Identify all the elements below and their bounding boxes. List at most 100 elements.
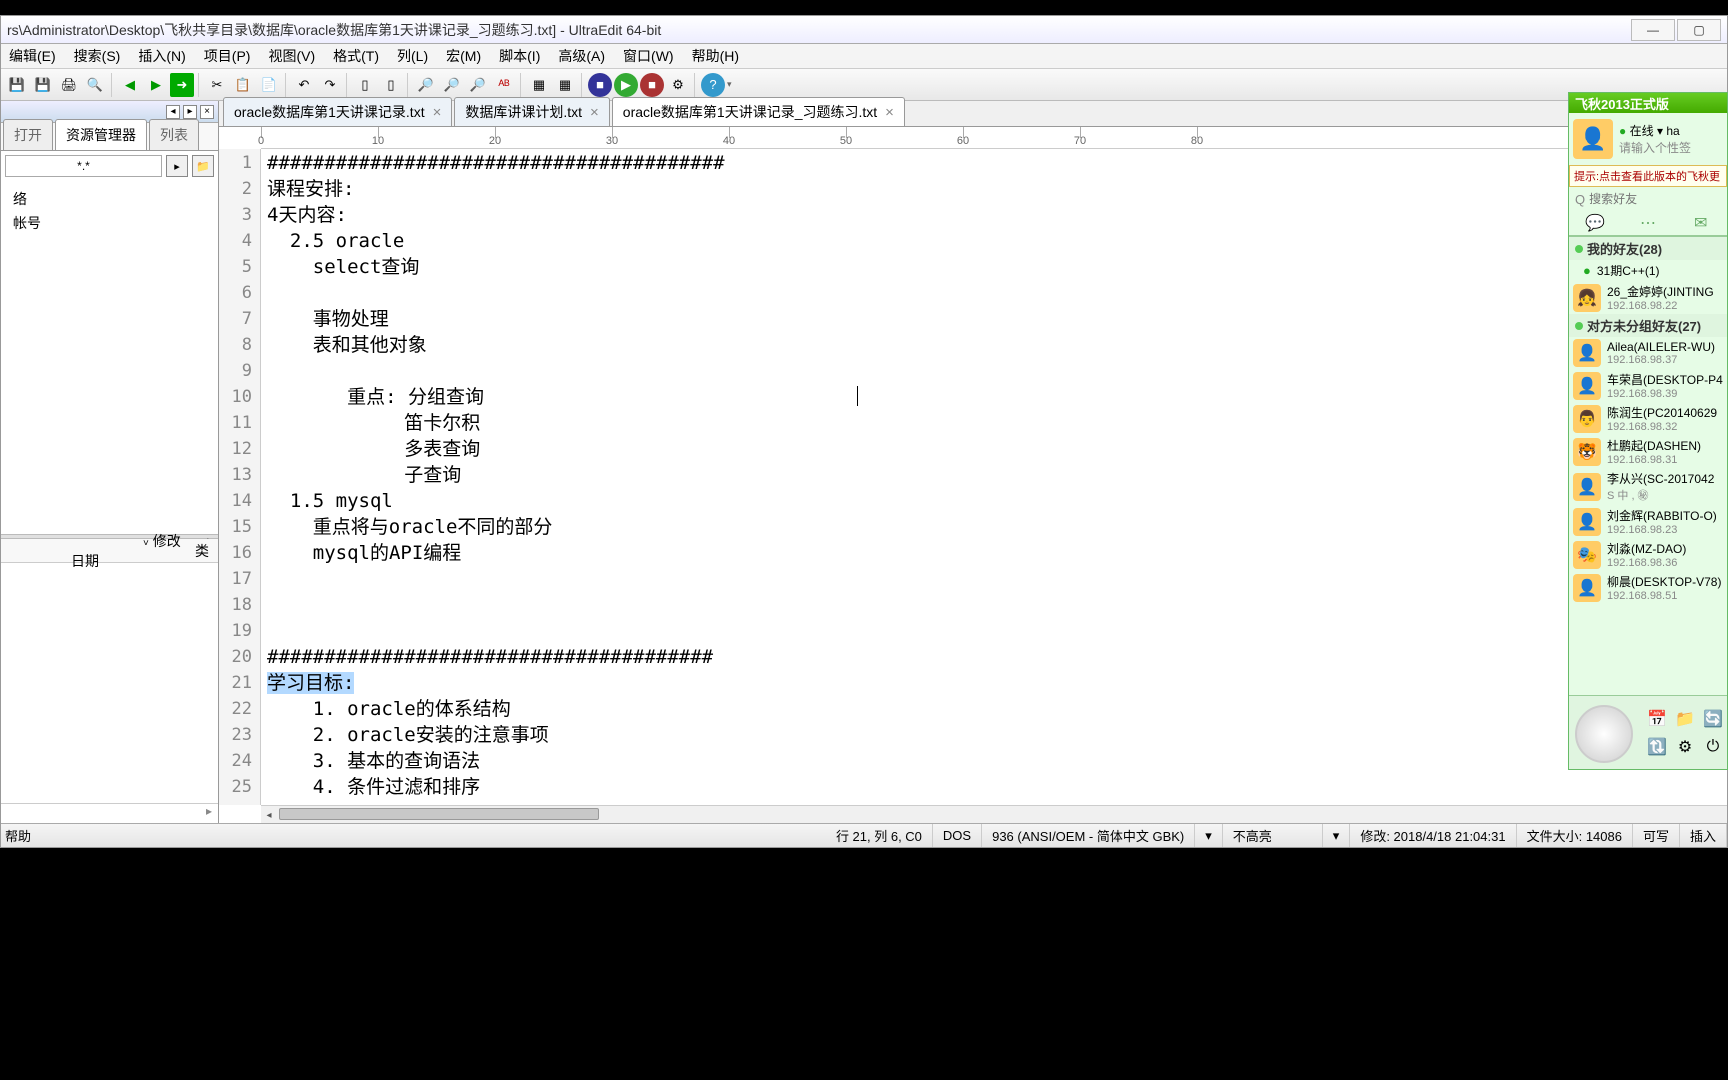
maximize-button[interactable]: ▢: [1677, 19, 1721, 41]
menu-project[interactable]: 项目(P): [204, 46, 251, 66]
feiqiu-signature[interactable]: 请输入个性签: [1619, 139, 1691, 156]
status-highlight-dd[interactable]: ▾: [1323, 824, 1351, 847]
feiqiu-panel[interactable]: 飞秋2013正式版 👤 ● 在线 ▾ ha 请输入个性签 提示:点击查看此版本的…: [1568, 92, 1728, 770]
rec-macro-icon[interactable]: ■: [588, 73, 612, 97]
back-icon[interactable]: ◀: [118, 73, 142, 97]
feiqiu-status[interactable]: 在线: [1630, 124, 1654, 138]
status-encoding: 936 (ANSI/OEM - 简体中文 GBK): [982, 824, 1195, 847]
feiqiu-my-avatar[interactable]: 👤: [1573, 119, 1613, 159]
side-tab-explorer[interactable]: 资源管理器: [55, 119, 147, 150]
feiqiu-group-friends[interactable]: 我的好友(28): [1569, 237, 1727, 260]
replace-icon[interactable]: ᴬᴮ: [492, 73, 516, 97]
horizontal-scrollbar[interactable]: ◂: [261, 805, 1727, 823]
contact-item[interactable]: 👨陈润生(PC20140629192.168.98.32: [1569, 402, 1727, 435]
feiqiu-tab-group-icon[interactable]: ⋯: [1622, 211, 1675, 235]
bookmark1-icon[interactable]: ▯: [353, 73, 377, 97]
feiqiu-subgroup[interactable]: 31期C++(1): [1597, 262, 1660, 279]
tree-item[interactable]: 帐号: [7, 211, 212, 235]
toolbar-overflow-icon[interactable]: ▾: [727, 79, 732, 90]
feiqiu-tab-chat-icon[interactable]: 💬: [1569, 211, 1622, 235]
menu-column[interactable]: 列(L): [397, 46, 428, 66]
contact-item[interactable]: 🎭刘淼(MZ-DAO)192.168.98.36: [1569, 538, 1727, 571]
close-icon[interactable]: ×: [433, 104, 442, 121]
menu-script[interactable]: 脚本(I): [499, 46, 540, 66]
contact-item[interactable]: 🐯杜鹏起(DASHEN)192.168.98.31: [1569, 435, 1727, 468]
menu-search[interactable]: 搜索(S): [74, 46, 121, 66]
side-nav-right-icon[interactable]: ▸: [183, 105, 197, 119]
settings-icon[interactable]: ⚙: [666, 73, 690, 97]
doc-tab[interactable]: oracle数据库第1天讲课记录.txt×: [223, 97, 452, 126]
forward-icon[interactable]: ▶: [144, 73, 168, 97]
side-nav-left-icon[interactable]: ◂: [166, 105, 180, 119]
find-next-icon[interactable]: 🔎: [466, 73, 490, 97]
contact-item[interactable]: 👤Ailea(AILELER-WU)192.168.98.37: [1569, 337, 1727, 369]
col-type-label[interactable]: 类: [186, 541, 218, 561]
doc-tab[interactable]: oracle数据库第1天讲课记录_习题练习.txt×: [612, 97, 905, 126]
menu-macro[interactable]: 宏(M): [446, 46, 481, 66]
copy-icon[interactable]: 📋: [231, 73, 255, 97]
filter-input[interactable]: [5, 155, 162, 177]
doc-tab[interactable]: 数据库讲课计划.txt×: [454, 97, 609, 126]
feiqiu-search[interactable]: Q: [1569, 187, 1727, 211]
minimize-button[interactable]: —: [1631, 19, 1675, 41]
tree-item[interactable]: 络: [7, 187, 212, 211]
paste-icon[interactable]: 📄: [257, 73, 281, 97]
menu-edit[interactable]: 编辑(E): [9, 46, 56, 66]
avatar-icon: 👤: [1573, 339, 1601, 367]
redo-icon[interactable]: ↷: [318, 73, 342, 97]
bookmark2-icon[interactable]: ▯: [379, 73, 403, 97]
side-tab-open[interactable]: 打开: [3, 119, 53, 150]
hscroll-thumb[interactable]: [279, 808, 599, 820]
menu-help[interactable]: 帮助(H): [692, 46, 739, 66]
filter-go-icon[interactable]: ▸: [166, 155, 188, 177]
save-icon[interactable]: 💾: [5, 73, 29, 97]
hscroll-left-icon[interactable]: ◂: [261, 807, 277, 823]
transfer-icon[interactable]: 🔄: [1703, 709, 1723, 729]
close-icon[interactable]: ×: [590, 104, 599, 121]
find-icon[interactable]: 🔎: [414, 73, 438, 97]
feiqiu-bottom-avatar[interactable]: [1575, 705, 1633, 763]
status-insert: 插入: [1680, 824, 1727, 847]
tool2-icon[interactable]: ▦: [553, 73, 577, 97]
folder-icon[interactable]: 📁: [1675, 709, 1695, 729]
go-icon[interactable]: ➜: [170, 73, 194, 97]
feiqiu-tip[interactable]: 提示:点击查看此版本的飞秋更: [1569, 165, 1727, 187]
save-all-icon[interactable]: 💾: [31, 73, 55, 97]
contact-item[interactable]: 👤刘金辉(RABBITO-O)192.168.98.23: [1569, 505, 1727, 538]
menu-format[interactable]: 格式(T): [333, 46, 379, 66]
menu-view[interactable]: 视图(V): [268, 46, 315, 66]
menu-advanced[interactable]: 高级(A): [558, 46, 605, 66]
side-scroll-indicator[interactable]: ▸: [1, 803, 218, 823]
calendar-icon[interactable]: 📅: [1647, 709, 1667, 729]
undo-icon[interactable]: ↶: [292, 73, 316, 97]
side-nav-close-icon[interactable]: ×: [200, 105, 214, 119]
contact-item[interactable]: 👤柳晨(DESKTOP-V78)192.168.98.51: [1569, 571, 1727, 604]
gear-icon[interactable]: ⚙: [1675, 737, 1695, 757]
contact-name: 刘淼(MZ-DAO): [1607, 540, 1723, 557]
feiqiu-title[interactable]: 飞秋2013正式版: [1569, 93, 1727, 113]
power-icon[interactable]: ⏻: [1703, 737, 1723, 757]
contact-item[interactable]: 👤车荣昌(DESKTOP-P4192.168.98.39: [1569, 369, 1727, 402]
cut-icon[interactable]: ✂: [205, 73, 229, 97]
side-tab-list[interactable]: 列表: [149, 119, 199, 150]
status-encoding-dd[interactable]: ▾: [1195, 824, 1223, 847]
tool1-icon[interactable]: ▦: [527, 73, 551, 97]
preview-icon[interactable]: 🔍: [83, 73, 107, 97]
play-macro-icon[interactable]: ▶: [614, 73, 638, 97]
contact-item[interactable]: 👧26_金婷婷(JINTING192.168.98.22: [1569, 281, 1727, 314]
contact-item[interactable]: 👤李从兴(SC-2017042S 中 , ㊙: [1569, 468, 1727, 505]
feiqiu-tab-recent-icon[interactable]: ✉: [1674, 211, 1727, 235]
filter-browse-icon[interactable]: 📁: [192, 155, 214, 177]
stop-macro-icon[interactable]: ■: [640, 73, 664, 97]
code-area[interactable]: ########################################…: [261, 149, 1727, 805]
feiqiu-group-ungrouped[interactable]: 对方未分组好友(27): [1569, 314, 1727, 337]
file-tree[interactable]: 络 帐号: [1, 181, 218, 534]
help-icon[interactable]: ?: [701, 73, 725, 97]
print-icon[interactable]: 🖨: [57, 73, 81, 97]
feiqiu-search-input[interactable]: [1589, 192, 1728, 206]
refresh-icon[interactable]: 🔃: [1647, 737, 1667, 757]
find-prev-icon[interactable]: 🔎: [440, 73, 464, 97]
menu-window[interactable]: 窗口(W): [623, 46, 674, 66]
close-icon[interactable]: ×: [885, 104, 894, 121]
menu-insert[interactable]: 插入(N): [138, 46, 185, 66]
